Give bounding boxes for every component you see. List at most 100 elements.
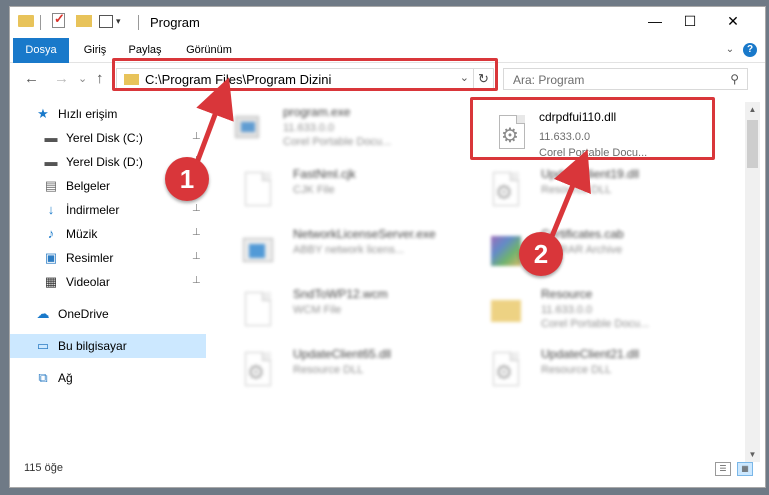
sidebar-item-disk-c[interactable]: ▬ Yerel Disk (C:) ⊥ [10,126,206,150]
pin-icon: ⊥ [192,251,201,262]
sidebar-item-label: OneDrive [58,307,109,321]
address-highlight [112,58,498,91]
exe-icon [237,230,277,270]
status-bar: 115 öğe ☰ ▦ [10,459,765,481]
step-1-badge: 1 [165,157,209,201]
sidebar-item-downloads[interactable]: ↓ İndirmeler ⊥ [10,198,206,222]
close-button[interactable]: ✕ [718,13,748,30]
file-name: program.exe [283,105,351,119]
properties-check-icon[interactable] [52,11,65,28]
sidebar-item-onedrive[interactable]: ☁ OneDrive [10,302,206,326]
pin-icon: ⊥ [192,203,201,214]
pin-icon: ⊥ [192,131,201,142]
sidebar-item-label: Belgeler [66,179,111,193]
dll-gear-icon: ⚙ [237,350,277,390]
file-item[interactable]: ⚙ UpdateClient21.dll Resource DLL [483,344,718,396]
help-icon[interactable]: ? [743,43,757,57]
tab-home[interactable]: Giriş [76,38,114,63]
search-input[interactable]: Ara: Program [513,73,584,87]
recent-locations-icon[interactable]: ⌄ [78,72,87,85]
file-name: UpdateClient19.dll [541,167,640,181]
file-highlight [470,97,715,160]
sidebar-item-label: Resimler [66,251,114,265]
scroll-thumb[interactable] [747,120,758,168]
network-icon: ⧉ [38,370,48,385]
details-view-icon[interactable]: ☰ [715,462,731,476]
sidebar-item-label: Müzik [66,227,98,241]
sidebar-item-this-pc[interactable]: ▭ Bu bilgisayar [10,334,206,358]
pin-icon: ⊥ [192,275,201,286]
file-item[interactable]: FastNml.cjk CJK File [235,164,470,216]
music-icon: ♪ [47,226,55,241]
star-icon: ★ [37,106,49,121]
documents-icon: ▤ [44,178,58,193]
step-2-badge: 2 [519,232,563,276]
sidebar-item-label: Ağ [58,371,73,385]
search-icon[interactable]: ⚲ [730,72,739,86]
file-type: Resource DLL [293,364,364,376]
new-folder-icon[interactable] [76,15,92,27]
back-button[interactable]: ← [24,70,39,87]
sidebar-item-label: Bu bilgisayar [58,339,127,353]
window-title: Program [150,15,200,30]
vertical-scrollbar[interactable]: ▲ ▼ [745,102,760,462]
download-icon: ↓ [47,202,55,217]
sidebar-item-pictures[interactable]: ▣ Resimler ⊥ [10,246,206,270]
sidebar-item-network[interactable]: ⧉ Ağ [10,366,206,390]
file-description: Corel Portable Docu... [541,318,650,330]
sidebar-item-label: Videolar [66,275,110,289]
folder-icon [485,290,525,330]
pin-icon: ⊥ [192,227,201,238]
exe-icon [227,108,267,148]
file-description: Corel Portable Docu... [283,136,392,148]
file-type: ABBY network licens... [293,244,405,256]
divider [138,15,139,30]
pictures-icon: ▣ [44,250,58,265]
file-name: Resource [541,287,593,301]
sidebar-item-label: İndirmeler [66,203,120,217]
file-version: 11.633.0.0 [541,304,593,316]
large-icons-view-icon[interactable]: ▦ [737,462,753,476]
file-item[interactable]: ⚙ UpdateClient19.dll Resource DLL [483,164,718,216]
item-count: 115 öğe [24,462,63,474]
file-type: WCM File [293,304,342,316]
sidebar-item-label: Yerel Disk (C:) [66,131,143,145]
search-box[interactable]: Ara: Program ⚲ [503,68,748,90]
file-name: UpdateClient65.dll [293,347,392,361]
title-bar: ▾ Program — ☐ ✕ [10,7,765,37]
file-item[interactable]: program.exe 11.633.0.0 Corel Portable Do… [225,102,460,154]
navigation-pane: ★ Hızlı erişim ▬ Yerel Disk (C:) ⊥ ▬ Yer… [10,102,206,452]
computer-icon: ▭ [36,338,50,353]
dll-gear-icon: ⚙ [485,170,525,210]
drive-icon: ▬ [44,130,58,145]
tab-file[interactable]: Dosya [13,38,69,63]
videos-icon: ▦ [44,274,58,289]
quick-access-dropdown-icon[interactable]: ▾ [116,16,121,27]
sidebar-item-music[interactable]: ♪ Müzik ⊥ [10,222,206,246]
file-name: NetworkLicenseServer.exe [293,227,436,241]
folder-icon [18,15,34,27]
divider [40,15,41,30]
up-button[interactable]: ↑ [96,70,104,87]
drive-icon: ▬ [44,154,58,169]
sidebar-item-quick-access[interactable]: ★ Hızlı erişim [10,102,206,126]
file-name: UpdateClient21.dll [541,347,640,361]
document-icon [237,290,277,330]
file-item[interactable]: ⚙ UpdateClient65.dll Resource DLL [235,344,470,396]
file-item[interactable]: SndToWP12.wcm WCM File [235,284,470,336]
scroll-up-icon[interactable]: ▲ [745,102,760,117]
forward-button[interactable]: → [54,70,69,87]
dll-gear-icon: ⚙ [485,350,525,390]
file-name: FastNml.cjk [293,167,356,181]
sidebar-item-label: Yerel Disk (D:) [66,155,143,169]
minimize-button[interactable]: — [640,13,670,29]
sidebar-item-label: Hızlı erişim [58,107,118,121]
file-item[interactable]: NetworkLicenseServer.exe ABBY network li… [235,224,470,276]
sidebar-item-videos[interactable]: ▦ Videolar ⊥ [10,270,206,294]
expand-ribbon-icon[interactable]: ⌄ [723,43,737,57]
file-name: SndToWP12.wcm [293,287,388,301]
customize-icon[interactable] [99,15,113,28]
file-version: 11.633.0.0 [283,122,335,134]
maximize-button[interactable]: ☐ [675,13,705,30]
file-item[interactable]: Resource 11.633.0.0 Corel Portable Docu.… [483,284,718,336]
